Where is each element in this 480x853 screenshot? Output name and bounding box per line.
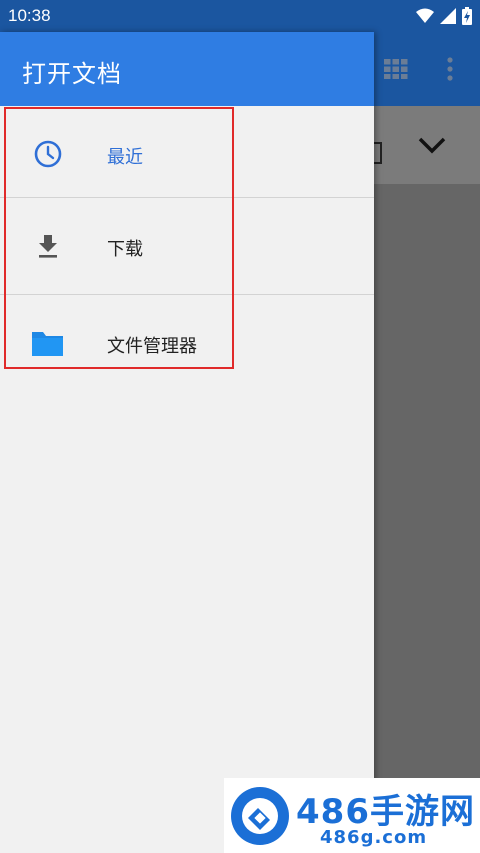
clock-icon xyxy=(34,140,62,168)
navigation-drawer: 打开文档 最近 下载 文件管理器 xyxy=(0,32,374,853)
grid-view-icon[interactable] xyxy=(384,59,408,79)
sort-label-fragment xyxy=(374,142,382,164)
wifi-icon xyxy=(416,8,434,23)
drawer-title: 打开文档 xyxy=(22,60,122,88)
status-time: 10:38 xyxy=(8,6,51,25)
watermark-url: 486g.com xyxy=(320,827,428,848)
watermark: 486手游网 486g.com xyxy=(224,778,480,853)
drawer-item-label: 下载 xyxy=(107,239,143,260)
drawer-item-label: 文件管理器 xyxy=(107,336,197,357)
download-icon xyxy=(39,235,57,258)
status-bar: 10:38 xyxy=(0,0,480,32)
watermark-logo xyxy=(231,787,289,845)
drawer-item-recent[interactable]: 最近 xyxy=(0,106,374,202)
folder-icon xyxy=(32,332,63,356)
more-vert-icon[interactable] xyxy=(442,56,458,82)
watermark-title: 486手游网 xyxy=(296,792,475,832)
signal-icon xyxy=(440,8,456,24)
drawer-header: 打开文档 xyxy=(0,32,374,106)
chevron-down-icon[interactable] xyxy=(417,132,447,158)
status-icons xyxy=(416,7,472,25)
battery-charging-icon xyxy=(462,7,472,25)
drawer-item-file-manager[interactable]: 文件管理器 xyxy=(0,295,374,391)
drawer-item-label: 最近 xyxy=(107,147,143,168)
drawer-item-downloads[interactable]: 下载 xyxy=(0,198,374,294)
